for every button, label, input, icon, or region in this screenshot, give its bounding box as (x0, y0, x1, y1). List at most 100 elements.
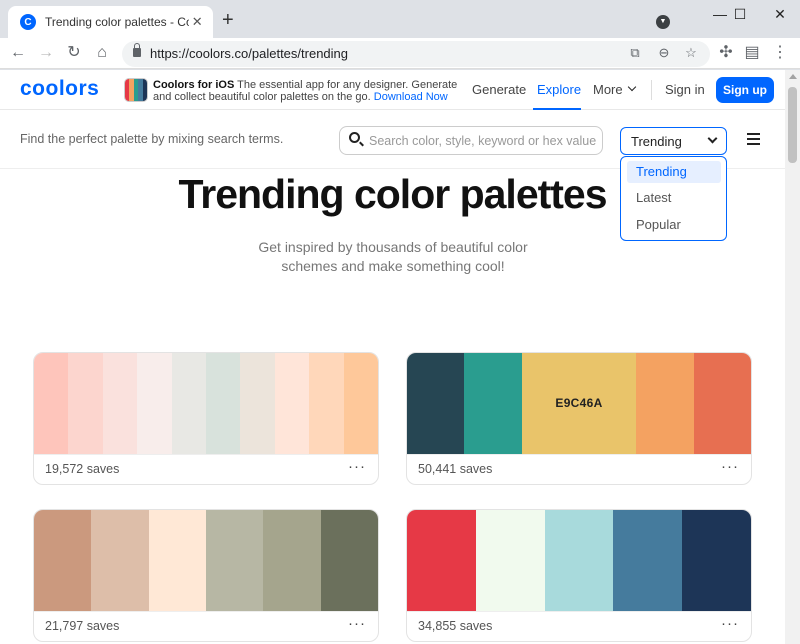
reload-icon[interactable]: ↻ (64, 43, 84, 63)
color-swatch[interactable] (407, 353, 465, 454)
page-viewport: coolors Coolors for iOS The essential ap… (0, 70, 785, 644)
close-tab-icon[interactable]: ✕ (189, 14, 205, 30)
chevron-down-icon (707, 133, 718, 144)
palette-swatches[interactable] (407, 510, 751, 611)
color-swatch[interactable] (320, 510, 378, 611)
nav-generate[interactable]: Generate (472, 82, 526, 97)
swatch-hex-label[interactable]: E9C46A (522, 396, 637, 410)
color-swatch[interactable] (682, 510, 751, 611)
scrollbar-thumb[interactable] (788, 87, 797, 163)
palette-card[interactable]: 34,855 saves ··· (406, 509, 752, 642)
sort-dropdown-menu: Trending Latest Popular (620, 156, 727, 241)
close-window-icon[interactable]: ✕ (760, 4, 800, 24)
ios-app-icon[interactable] (124, 78, 148, 102)
nav-divider (651, 80, 652, 100)
browser-tab-strip: C Trending color palettes - Coolors ✕ + … (0, 0, 800, 38)
hero-subtitle-line-1: Get inspired by thousands of beautiful c… (258, 239, 528, 255)
back-icon[interactable]: ← (8, 43, 28, 63)
site-header: coolors Coolors for iOS The essential ap… (0, 70, 785, 110)
more-options-icon[interactable]: ··· (721, 458, 739, 475)
search-placeholder: Search color, style, keyword or hex valu… (369, 134, 597, 148)
bookmark-star-icon[interactable]: ☆ (682, 45, 700, 61)
forward-icon[interactable]: → (36, 43, 56, 63)
palette-saves: 50,441 saves (418, 462, 493, 476)
color-swatch[interactable] (343, 353, 378, 454)
more-options-icon[interactable]: ··· (721, 615, 739, 632)
sort-option-trending[interactable]: Trending (627, 161, 721, 183)
palette-swatches[interactable] (34, 510, 378, 611)
maximize-icon[interactable]: ☐ (720, 4, 760, 24)
nav-explore[interactable]: Explore (537, 82, 581, 97)
color-swatch[interactable] (613, 510, 683, 611)
address-bar[interactable]: https://coolors.co/palettes/trending ⧉ ⊖… (122, 41, 710, 67)
page-scrollbar[interactable] (785, 70, 800, 644)
promo-title: Coolors for iOS (153, 79, 235, 91)
color-swatch[interactable] (68, 353, 103, 454)
color-swatch[interactable] (407, 510, 476, 611)
download-now-link[interactable]: Download Now (374, 91, 448, 103)
scroll-up-arrow-icon[interactable] (789, 74, 797, 79)
color-swatch[interactable]: E9C46A (521, 353, 637, 454)
color-swatch[interactable] (475, 510, 545, 611)
promo-text-1: The essential app for any designer. Gene… (237, 79, 458, 91)
browser-toolbar: ← → ↻ ⌂ https://coolors.co/palettes/tren… (0, 38, 800, 69)
color-swatch[interactable] (137, 353, 172, 454)
hero-subtitle-line-2: schemes and make something cool! (281, 258, 505, 274)
sort-select[interactable]: Trending (620, 127, 727, 155)
promo-line-1: Coolors for iOS The essential app for an… (153, 79, 457, 91)
palette-footer: 19,572 saves ··· (34, 454, 378, 484)
promo-text-2: and collect beautiful color palettes on … (153, 91, 371, 103)
browser-tab[interactable]: C Trending color palettes - Coolors ✕ (8, 6, 213, 38)
color-swatch[interactable] (263, 510, 321, 611)
nav-more[interactable]: More (593, 82, 623, 97)
profile-icon[interactable]: ▤ (742, 43, 762, 63)
palette-saves: 21,797 saves (45, 619, 120, 633)
color-swatch[interactable] (464, 353, 522, 454)
palette-swatches[interactable] (34, 353, 378, 454)
sort-option-popular[interactable]: Popular (627, 214, 721, 236)
color-swatch[interactable] (102, 353, 138, 454)
color-swatch[interactable] (171, 353, 207, 454)
more-options-icon[interactable]: ··· (348, 458, 366, 475)
url-text[interactable]: https://coolors.co/palettes/trending (150, 46, 348, 61)
palette-card[interactable]: E9C46A 50,441 saves ··· (406, 352, 752, 485)
color-swatch[interactable] (274, 353, 310, 454)
tab-search-icon[interactable]: ▼ (656, 15, 670, 29)
zoom-icon[interactable]: ⊖ (655, 45, 673, 61)
home-icon[interactable]: ⌂ (92, 43, 112, 63)
coolors-favicon-icon: C (20, 14, 36, 30)
extensions-icon[interactable]: ✣ (716, 43, 736, 63)
color-swatch[interactable] (206, 353, 241, 454)
color-swatch[interactable] (240, 353, 275, 454)
search-input[interactable]: Search color, style, keyword or hex valu… (339, 126, 603, 155)
coolors-logo[interactable]: coolors (20, 77, 99, 101)
search-icon (349, 132, 360, 143)
lock-icon[interactable] (133, 43, 141, 57)
palette-saves: 34,855 saves (418, 619, 493, 633)
hamburger-menu-icon[interactable] (747, 133, 760, 145)
palette-card[interactable]: 21,797 saves ··· (33, 509, 379, 642)
palette-footer: 34,855 saves ··· (407, 611, 751, 641)
palette-saves: 19,572 saves (45, 462, 120, 476)
more-options-icon[interactable]: ··· (348, 615, 366, 632)
color-swatch[interactable] (91, 510, 149, 611)
promo-line-2: and collect beautiful color palettes on … (153, 91, 448, 103)
color-swatch[interactable] (309, 353, 344, 454)
palette-swatches[interactable]: E9C46A (407, 353, 751, 454)
sort-option-latest[interactable]: Latest (627, 187, 721, 209)
palette-card[interactable]: 19,572 saves ··· (33, 352, 379, 485)
color-swatch[interactable] (205, 510, 264, 611)
more-chevron-down-icon[interactable] (627, 82, 637, 92)
tab-title: Trending color palettes - Coolors (45, 15, 190, 29)
color-swatch[interactable] (148, 510, 206, 611)
browser-menu-icon[interactable]: ⋮ (770, 43, 790, 63)
color-swatch[interactable] (34, 510, 92, 611)
color-swatch[interactable] (544, 510, 614, 611)
sign-in-link[interactable]: Sign in (665, 82, 705, 97)
color-swatch[interactable] (636, 353, 694, 454)
color-swatch[interactable] (693, 353, 751, 454)
color-swatch[interactable] (34, 353, 69, 454)
sign-up-button[interactable]: Sign up (716, 77, 774, 103)
new-tab-icon[interactable]: + (222, 10, 234, 30)
translate-icon[interactable]: ⧉ (626, 45, 644, 61)
